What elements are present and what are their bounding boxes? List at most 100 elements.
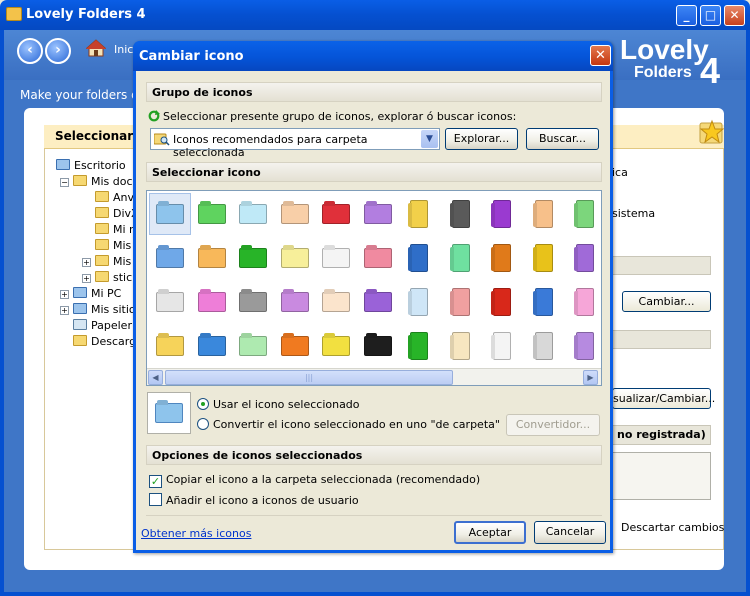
icon-grid-cell[interactable] (232, 281, 274, 323)
icon-grid-cell[interactable] (440, 237, 482, 279)
change-button-bg[interactable]: Cambiar... (622, 291, 711, 312)
add-user-icon-checkbox[interactable] (149, 493, 162, 506)
registration-text-area[interactable] (612, 452, 711, 500)
icon-grid-cell[interactable] (149, 193, 191, 235)
more-icons-link[interactable]: Obtener más iconos (141, 527, 251, 540)
use-selected-option[interactable]: Usar el icono seleccionado (197, 398, 360, 411)
expand-icon[interactable]: + (60, 306, 69, 315)
cancel-button[interactable]: Cancelar (534, 521, 606, 544)
scroll-left-icon[interactable]: ◀ (148, 370, 163, 385)
tree-item[interactable]: Anv (82, 191, 134, 204)
icon-grid-cell[interactable] (523, 193, 565, 235)
icon-grid-cell[interactable] (481, 237, 523, 279)
options-section-header: Opciones de iconos seleccionados (146, 445, 602, 465)
tree-item[interactable]: Mis (82, 239, 131, 252)
icon-grid-cell[interactable] (232, 325, 274, 367)
icon-grid-cell[interactable] (274, 193, 316, 235)
icon-grid-cell[interactable] (564, 193, 606, 235)
convert-radio[interactable] (197, 418, 209, 430)
icon-grid-cell[interactable] (564, 325, 606, 367)
maximize-button[interactable]: □ (700, 5, 721, 26)
icon-grid-cell[interactable] (440, 281, 482, 323)
tree-item[interactable]: DivX (82, 207, 139, 220)
dialog-close-button[interactable]: ✕ (590, 45, 611, 66)
expand-icon[interactable]: + (82, 258, 91, 267)
icon-grid-cell[interactable] (523, 237, 565, 279)
icon-grid-cell[interactable] (274, 237, 316, 279)
tree-item[interactable]: − Mis doc (60, 175, 133, 188)
tree-item[interactable]: + stic (82, 271, 132, 284)
home-icon[interactable] (86, 39, 106, 57)
icon-grid-cell[interactable] (191, 237, 233, 279)
icon-grid-cell[interactable] (440, 193, 482, 235)
icon-grid-cell[interactable] (191, 193, 233, 235)
icon-grid-cell[interactable] (357, 193, 399, 235)
tree-item[interactable]: Descarg (60, 335, 136, 348)
minimize-button[interactable]: _ (676, 5, 697, 26)
tree-item[interactable]: + Mis sitio (60, 303, 136, 316)
icon-grid-cell[interactable] (564, 237, 606, 279)
discard-changes-label[interactable]: Descartar cambios (621, 521, 724, 534)
tree-item[interactable]: + Mis (82, 255, 131, 268)
icon-grid-cell[interactable] (357, 281, 399, 323)
use-selected-radio[interactable] (197, 398, 209, 410)
icon-grid-cell[interactable] (315, 281, 357, 323)
visualize-change-button[interactable]: sualizar/Cambiar... (612, 388, 715, 409)
icon-grid-cell[interactable] (481, 281, 523, 323)
back-button[interactable]: ‹ (17, 38, 43, 64)
copy-icon-option[interactable]: ✓ Copiar el icono a la carpeta selecciona… (149, 473, 480, 488)
scroll-right-icon[interactable]: ▶ (583, 370, 598, 385)
add-user-icon-option[interactable]: Añadir el icono a iconos de usuario (149, 493, 359, 507)
chevron-down-icon[interactable]: ▼ (421, 130, 438, 148)
search-button[interactable]: Buscar... (526, 128, 599, 150)
icon-grid-cell[interactable] (274, 281, 316, 323)
tree-item[interactable]: + Mi PC (60, 287, 121, 300)
icon-grid-cell[interactable] (149, 325, 191, 367)
nav-home-label[interactable]: Inic (114, 43, 133, 56)
folder-icon (156, 336, 184, 356)
icon-grid-cell[interactable] (523, 325, 565, 367)
explore-button[interactable]: Explorar... (445, 128, 518, 150)
main-window-title: Lovely Folders 4 (26, 7, 146, 22)
collapse-icon[interactable]: − (60, 178, 69, 187)
folder-icon (95, 191, 109, 202)
icon-grid-cell[interactable] (232, 193, 274, 235)
icon-grid-cell[interactable] (357, 237, 399, 279)
icon-grid-cell[interactable] (564, 281, 606, 323)
app-icon (6, 7, 22, 21)
icon-grid-cell[interactable] (315, 193, 357, 235)
icon-grid-cell[interactable] (398, 193, 440, 235)
accept-button[interactable]: Aceptar (454, 521, 526, 544)
tree-item[interactable]: Mi m (82, 223, 140, 236)
icon-grid-cell[interactable] (191, 281, 233, 323)
icon-grid-cell[interactable] (398, 325, 440, 367)
scroll-thumb[interactable]: ||| (165, 370, 453, 385)
icon-grid-cell[interactable] (315, 325, 357, 367)
icon-grid-cell[interactable] (440, 325, 482, 367)
tree-item[interactable]: Papeler (60, 319, 132, 332)
copy-icon-checkbox[interactable]: ✓ (149, 475, 162, 488)
icon-group-combo[interactable]: Iconos recomendados para carpeta selecci… (150, 128, 440, 159)
expand-icon[interactable]: + (82, 274, 91, 283)
icon-grid-cell[interactable] (315, 237, 357, 279)
main-close-button[interactable]: ✕ (724, 5, 745, 26)
icon-grid-cell[interactable] (398, 237, 440, 279)
convert-option[interactable]: Convertir el icono seleccionado en uno "… (197, 418, 500, 431)
icon-grid-cell[interactable] (523, 281, 565, 323)
forward-button[interactable]: › (45, 38, 71, 64)
icon-grid-cell[interactable] (149, 237, 191, 279)
icon-grid-scrollbar[interactable]: ◀ ||| ▶ (147, 368, 601, 385)
icon-grid-cell[interactable] (232, 237, 274, 279)
icon-grid-cell[interactable] (481, 193, 523, 235)
icon-grid-cell[interactable] (149, 281, 191, 323)
vertical-folder-icon (576, 200, 594, 228)
converter-button[interactable]: Convertidor... (506, 414, 600, 436)
icon-grid-cell[interactable] (357, 325, 399, 367)
icon-grid-cell[interactable] (481, 325, 523, 367)
folder-icon (280, 336, 309, 356)
icon-grid-cell[interactable] (274, 325, 316, 367)
icon-grid-cell[interactable] (191, 325, 233, 367)
icon-grid-cell[interactable] (398, 281, 440, 323)
tree-item[interactable]: Escritorio (56, 159, 126, 172)
expand-icon[interactable]: + (60, 290, 69, 299)
